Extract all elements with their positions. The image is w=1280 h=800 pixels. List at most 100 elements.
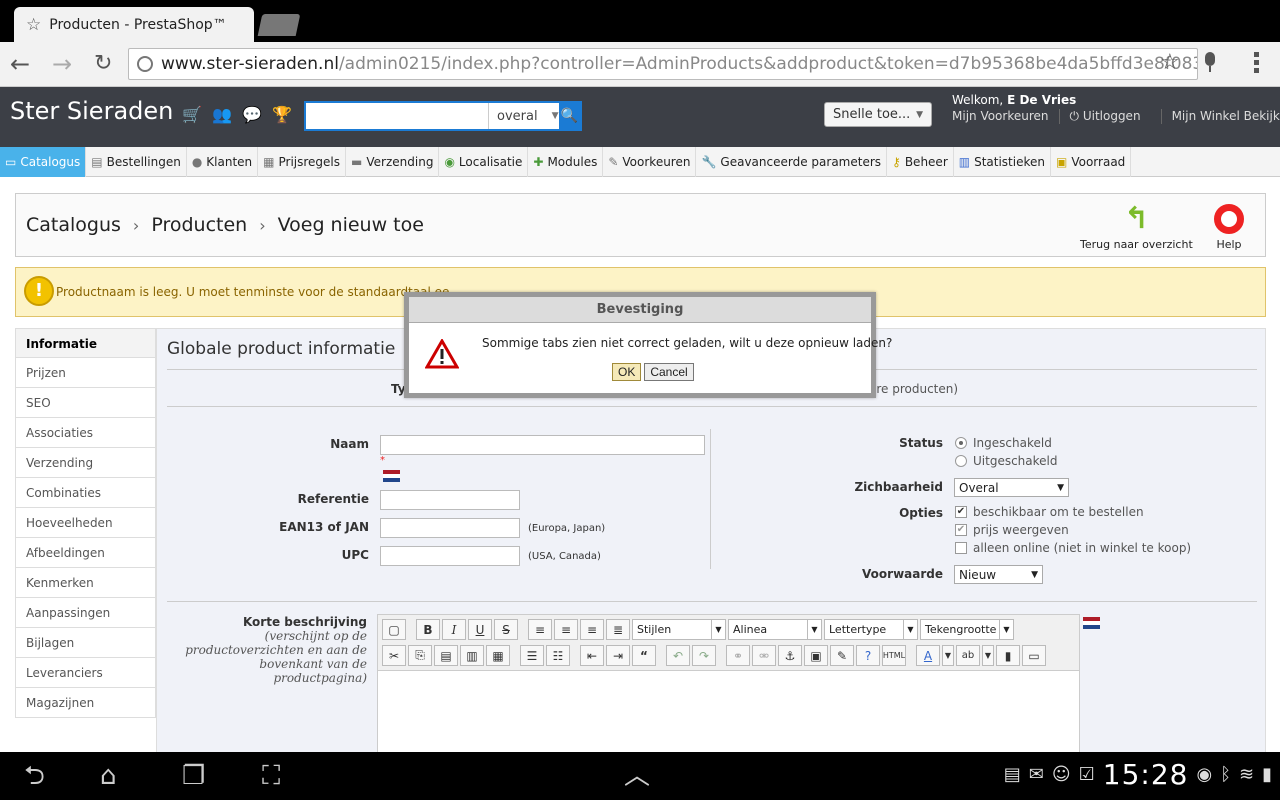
paste-word-icon[interactable]: ▦ xyxy=(486,645,510,666)
available-for-order-checkbox[interactable]: ✔ beschikbaar om te bestellen xyxy=(955,505,1144,519)
menu-item-localisatie[interactable]: ◉ Localisatie xyxy=(439,147,529,177)
anchor-icon[interactable]: ⚓ xyxy=(778,645,802,666)
bookmark-star-icon[interactable]: ☆ xyxy=(1160,50,1180,75)
tab-associaties[interactable]: Associaties xyxy=(15,418,156,448)
menu-item-prijsregels[interactable]: ▦ Prijsregels xyxy=(258,147,347,177)
logout-link[interactable]: ⏻ Uitloggen xyxy=(1058,109,1161,124)
clock[interactable]: 15:28 xyxy=(1103,758,1189,791)
chevron-up-icon[interactable]: ︿ xyxy=(624,762,650,790)
unlink-icon[interactable]: ⚮ xyxy=(752,645,776,666)
tab-afbeeldingen[interactable]: Afbeeldingen xyxy=(15,538,156,568)
cleanup-icon[interactable]: ✎ xyxy=(830,645,854,666)
tab-combinaties[interactable]: Combinaties xyxy=(15,478,156,508)
html-source-icon[interactable]: HTML xyxy=(882,645,906,666)
tab-hoeveelheden[interactable]: Hoeveelheden xyxy=(15,508,156,538)
trophy-icon[interactable]: 🏆 xyxy=(272,105,292,124)
cancel-button[interactable]: Cancel xyxy=(644,363,694,381)
naam-input[interactable] xyxy=(380,435,705,455)
language-flag-nl-icon[interactable] xyxy=(1083,617,1100,629)
tab-prijzen[interactable]: Prijzen xyxy=(15,358,156,388)
browser-tab-active[interactable]: ☆ Producten - PrestaShop™ xyxy=(14,7,254,42)
breadcrumb-catalogus[interactable]: Catalogus xyxy=(26,214,121,236)
customers-icon[interactable]: 👥 xyxy=(212,105,232,124)
show-price-checkbox[interactable]: ✔ prijs weergeven xyxy=(955,523,1069,537)
media-icon[interactable]: ▮ xyxy=(996,645,1020,666)
menu-item-beheer[interactable]: ⚷ Beheer xyxy=(887,147,954,177)
text-color-icon[interactable]: A xyxy=(916,645,940,666)
link-icon[interactable]: ⚭ xyxy=(726,645,750,666)
home-icon[interactable]: ⌂ xyxy=(100,762,117,790)
outdent-icon[interactable]: ⇤ xyxy=(580,645,604,666)
orders-cart-icon[interactable]: 🛒 xyxy=(182,105,202,124)
new-document-icon[interactable]: ▢ xyxy=(382,619,406,640)
chevron-down-icon[interactable]: ▼ xyxy=(942,645,954,666)
back-to-overview-button[interactable]: ↰ Terug naar overzicht xyxy=(1080,204,1193,252)
align-right-icon[interactable]: ≡ xyxy=(580,619,604,640)
search-input[interactable] xyxy=(306,103,488,129)
condition-select[interactable]: Nieuw ▼ xyxy=(954,565,1043,584)
menu-item-klanten[interactable]: ● Klanten xyxy=(187,147,259,177)
cut-icon[interactable]: ✂ xyxy=(382,645,406,666)
format-dropdown[interactable]: Alinea ▼ xyxy=(728,619,822,640)
blockquote-icon[interactable]: “ xyxy=(632,645,656,666)
menu-item-voorkeuren[interactable]: ✎ Voorkeuren xyxy=(603,147,697,177)
tab-verzending[interactable]: Verzending xyxy=(15,448,156,478)
menu-item-modules[interactable]: ✚ Modules xyxy=(528,147,604,177)
search-button[interactable]: 🔍 xyxy=(558,103,580,129)
tab-seo[interactable]: SEO xyxy=(15,388,156,418)
tab-kenmerken[interactable]: Kenmerken xyxy=(15,568,156,598)
ok-button[interactable]: OK xyxy=(612,363,642,381)
visibility-select[interactable]: Overal ▼ xyxy=(954,478,1069,497)
align-center-icon[interactable]: ≡ xyxy=(554,619,578,640)
referentie-input[interactable] xyxy=(380,490,520,510)
reload-icon[interactable]: ↻ xyxy=(94,50,112,78)
paste-text-icon[interactable]: ▥ xyxy=(460,645,484,666)
help-button[interactable]: Help xyxy=(1214,204,1244,251)
menu-item-catalogus[interactable]: ▭ Catalogus xyxy=(0,147,87,177)
strikethrough-button[interactable]: S xyxy=(494,619,518,640)
view-shop-link[interactable]: Mijn Winkel Bekijken xyxy=(1160,109,1280,124)
image-icon[interactable]: ▣ xyxy=(804,645,828,666)
italic-button[interactable]: I xyxy=(442,619,466,640)
paste-icon[interactable]: ▤ xyxy=(434,645,458,666)
tab-magazijnen[interactable]: Magazijnen xyxy=(15,688,156,718)
tab-leveranciers[interactable]: Leveranciers xyxy=(15,658,156,688)
background-color-icon[interactable]: ab xyxy=(956,645,980,666)
shop-name[interactable]: Ster Sieraden xyxy=(10,97,173,125)
redo-icon[interactable]: ↷ xyxy=(692,645,716,666)
align-justify-icon[interactable]: ≣ xyxy=(606,619,630,640)
help-icon[interactable]: ? xyxy=(856,645,880,666)
forward-arrow-icon[interactable]: → xyxy=(52,50,72,78)
gmail-icon[interactable]: ✉ xyxy=(1029,764,1044,785)
new-tab-button[interactable] xyxy=(257,14,301,36)
online-only-checkbox[interactable]: alleen online (niet in winkel te koop) xyxy=(955,541,1191,555)
search-scope-select[interactable]: overal ▼ xyxy=(488,103,559,129)
language-flag-nl-icon[interactable] xyxy=(383,470,400,482)
back-arrow-icon[interactable]: ← xyxy=(10,50,30,78)
menu-item-voorraad[interactable]: ▣ Voorraad xyxy=(1051,147,1132,177)
address-bar[interactable]: www.ster-sieraden.nl/admin0215/index.php… xyxy=(128,48,1198,80)
numbered-list-icon[interactable]: ☷ xyxy=(546,645,570,666)
underline-button[interactable]: U xyxy=(468,619,492,640)
breadcrumb-producten[interactable]: Producten xyxy=(151,214,247,236)
screenshot-icon[interactable]: ⛶ xyxy=(262,762,280,790)
quick-access-select[interactable]: Snelle toe... ▼ xyxy=(824,102,932,127)
upc-input[interactable] xyxy=(380,546,520,566)
microphone-icon[interactable] xyxy=(1204,52,1216,74)
menu-item-geavanceerde-parameters[interactable]: 🔧 Geavanceerde parameters xyxy=(696,147,888,177)
recent-apps-icon[interactable]: ❐ xyxy=(182,762,205,790)
menu-item-statistieken[interactable]: ▥ Statistieken xyxy=(954,147,1051,177)
bullet-list-icon[interactable]: ☰ xyxy=(520,645,544,666)
messages-icon[interactable]: 💬 xyxy=(242,105,262,124)
bold-button[interactable]: B xyxy=(416,619,440,640)
notification-app-icon[interactable]: ▤ xyxy=(1004,764,1021,785)
font-dropdown[interactable]: Lettertype ▼ xyxy=(824,619,918,640)
template-icon[interactable]: ▭ xyxy=(1022,645,1046,666)
indent-icon[interactable]: ⇥ xyxy=(606,645,630,666)
editor-text-area[interactable] xyxy=(378,670,1079,760)
tab-informatie[interactable]: Informatie xyxy=(15,328,156,358)
font-size-dropdown[interactable]: Tekengrootte ▼ xyxy=(920,619,1014,640)
tab-bijlagen[interactable]: Bijlagen xyxy=(15,628,156,658)
menu-item-verzending[interactable]: ▬ Verzending xyxy=(346,147,440,177)
status-disabled-radio[interactable]: Uitgeschakeld xyxy=(955,454,1058,468)
